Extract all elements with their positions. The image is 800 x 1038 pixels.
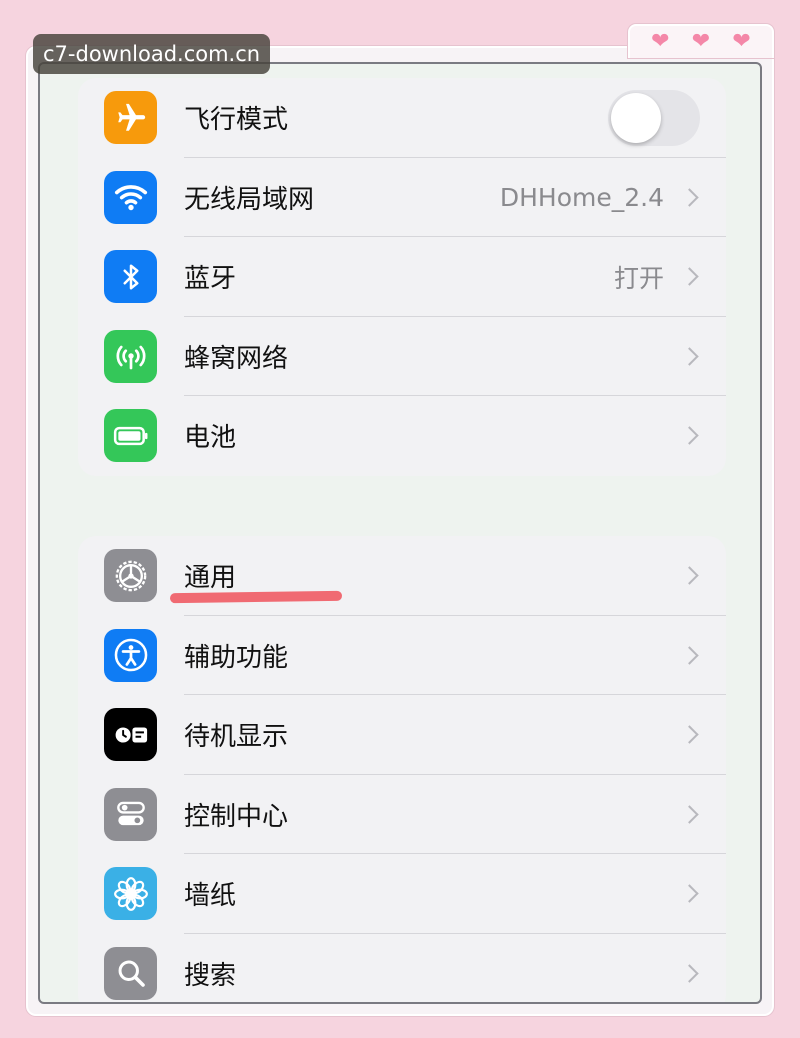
- settings-group-connectivity: 飞行模式 无线局域网 DHHome_2.4 蓝牙 打开 蜂窝网络 电池: [78, 78, 726, 476]
- wifi-network-name: DHHome_2.4: [499, 182, 664, 212]
- settings-row-accessibility[interactable]: 辅助功能: [78, 616, 726, 695]
- settings-row-control-center[interactable]: 控制中心: [78, 775, 726, 854]
- antenna-icon: [104, 329, 157, 383]
- settings-row-label: 飞行模式: [184, 105, 289, 136]
- hearts-decoration: ❤ ❤ ❤: [628, 24, 774, 58]
- settings-row-wallpaper[interactable]: 墙纸: [78, 854, 726, 934]
- settings-row-bluetooth[interactable]: 蓝牙 打开: [78, 237, 726, 317]
- battery-icon: [104, 409, 157, 462]
- settings-row-airplane[interactable]: 飞行模式: [78, 78, 726, 158]
- magnifier-icon: [104, 946, 157, 1000]
- settings-row-label: 通用: [184, 563, 237, 594]
- chevron-right-icon: [680, 964, 699, 983]
- settings-row-label: 搜索: [184, 960, 237, 991]
- heart-icon: ❤: [651, 29, 670, 54]
- gear-icon: [104, 549, 157, 602]
- settings-row-label: 电池: [184, 423, 237, 454]
- chevron-right-icon: [680, 566, 699, 585]
- chevron-right-icon: [680, 188, 699, 207]
- standby-icon: [104, 708, 157, 761]
- settings-row-label: 控制中心: [184, 801, 289, 832]
- settings-group-system: 通用 辅助功能 待机显示 控制中心 墙纸 搜索: [78, 536, 726, 1003]
- settings-row-search[interactable]: 搜索: [78, 934, 726, 1003]
- settings-row-wifi[interactable]: 无线局域网 DHHome_2.4: [78, 158, 726, 237]
- settings-screen: 飞行模式 无线局域网 DHHome_2.4 蓝牙 打开 蜂窝网络 电池 通用 辅…: [38, 62, 762, 1004]
- heart-icon: ❤: [691, 29, 711, 54]
- chevron-right-icon: [680, 267, 699, 286]
- settings-row-standby[interactable]: 待机显示: [78, 695, 726, 775]
- chevron-right-icon: [680, 805, 699, 824]
- toggles-icon: [104, 787, 157, 841]
- airplane-mode-toggle[interactable]: [608, 89, 700, 146]
- settings-row-label: 蜂窝网络: [184, 343, 289, 374]
- chevron-right-icon: [680, 884, 699, 903]
- chevron-right-icon: [680, 347, 699, 366]
- highlight-underline: [169, 590, 343, 604]
- toggle-knob: [611, 92, 661, 143]
- settings-row-label: 墙纸: [184, 881, 237, 912]
- chevron-right-icon: [680, 426, 699, 445]
- settings-row-label: 辅助功能: [184, 642, 289, 673]
- chevron-right-icon: [680, 725, 699, 744]
- chevron-right-icon: [680, 646, 699, 665]
- bluetooth-status: 打开: [613, 263, 664, 293]
- settings-row-label: 待机显示: [184, 722, 289, 753]
- wifi-icon: [104, 170, 157, 224]
- airplane-icon: [104, 91, 157, 144]
- flower-icon: [104, 867, 157, 920]
- accessibility-icon: [104, 628, 157, 682]
- settings-row-label: 无线局域网: [184, 184, 315, 215]
- settings-row-general[interactable]: 通用: [78, 536, 726, 616]
- settings-row-label: 蓝牙: [184, 264, 237, 295]
- settings-row-battery[interactable]: 电池: [78, 396, 726, 476]
- settings-row-cellular[interactable]: 蜂窝网络: [78, 317, 726, 396]
- heart-icon: ❤: [732, 29, 751, 54]
- bluetooth-icon: [104, 250, 157, 303]
- watermark: c7-download.com.cn: [33, 34, 271, 74]
